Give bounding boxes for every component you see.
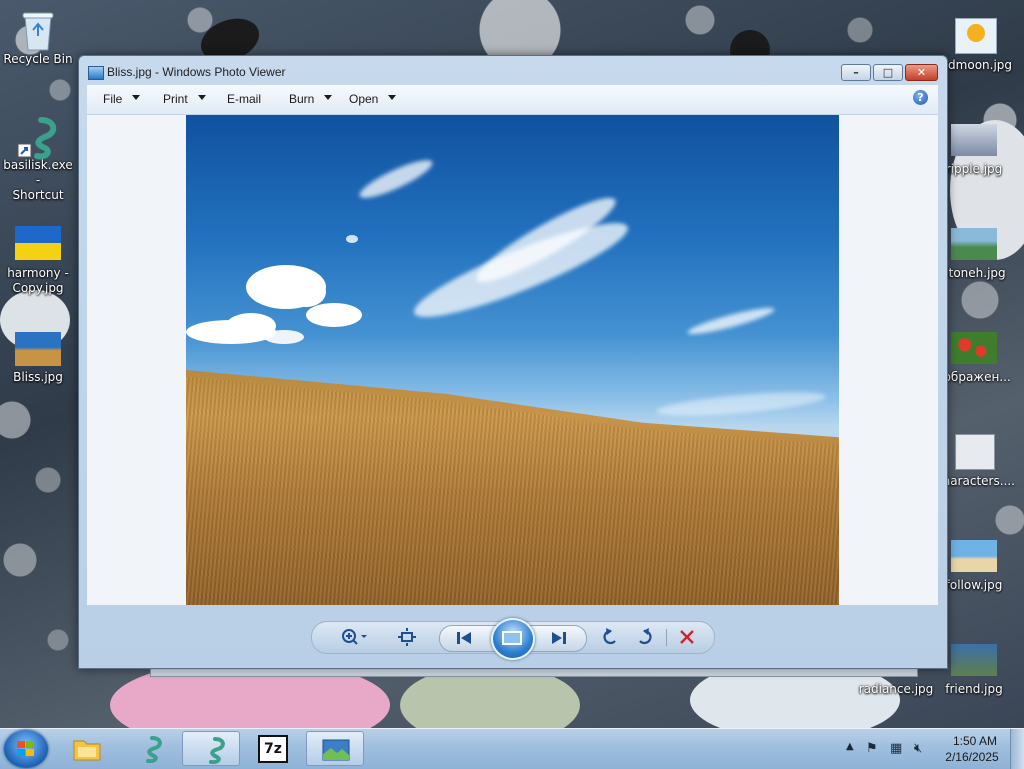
delete-icon [680,630,694,644]
bliss-photo [186,115,839,605]
zoom-icon [342,629,367,645]
rotate-clockwise-icon [639,628,652,645]
desktop-icon-label: basilisk.exe - [3,158,73,187]
chevron-down-icon [197,95,206,101]
menu-bar: File Print E-mail Burn Open ? [87,85,938,115]
desktop-icon-bliss[interactable]: Bliss.jpg [0,326,76,385]
slideshow-button[interactable] [491,618,535,660]
desktop-icon-label: harmony - [7,266,69,280]
previous-icon [457,632,471,644]
menu-open-label: Open [349,92,379,106]
next-button[interactable] [548,628,570,648]
menu-email[interactable]: E-mail [227,92,261,106]
close-button[interactable]: ✕ [905,64,938,81]
folder-icon [73,740,101,761]
clock-time[interactable]: 1:50 AM [947,734,1003,748]
show-desktop-button[interactable] [1010,729,1024,769]
slideshow-icon [502,631,522,645]
chevron-down-icon [324,95,333,101]
actual-size-button[interactable] [396,627,418,647]
chevron-down-icon [388,95,397,101]
menu-print-label: Print [163,92,188,106]
image-viewport[interactable] [87,115,938,605]
rotate-clockwise-button[interactable] [633,627,655,647]
desktop-icon-recycle-bin[interactable]: Recycle Bin [0,8,76,67]
desktop-icon-label: Shortcut [12,188,64,202]
taskbar-basilisk[interactable] [120,731,178,766]
image-thumbnail-icon [951,222,997,264]
action-center-flag-icon[interactable]: ⚑ [866,741,878,756]
desktop-icon-radiance[interactable]: radiance.jpg [858,682,934,697]
desktop-icon-label: Recycle Bin [3,52,73,66]
image-thumbnail-icon [15,326,61,368]
menu-email-label: E-mail [227,92,262,106]
taskbar-basilisk-active[interactable] [182,731,240,766]
playback-control-bar [311,618,715,660]
maximize-button[interactable]: □ [873,64,903,81]
image-thumbnail-icon [951,638,997,680]
title-bar[interactable]: Bliss.jpg - Windows Photo Viewer – □ ✕ [79,56,947,86]
chevron-down-icon [132,95,141,101]
image-thumbnail-icon [951,118,997,160]
image-thumbnail-icon [15,222,61,264]
menu-file-label: File [103,92,123,106]
desktop-icon-basilisk-shortcut[interactable]: basilisk.exe - Shortcut [0,114,76,203]
taskbar: 7z ▲ ⚑ ▦ 🔇︎ 1:50 AM 2/16/2025 [0,728,1024,769]
volume-muted-icon[interactable]: 🔇︎ [914,741,922,756]
desktop-icon-label: friend.jpg [945,682,1003,696]
menu-burn-label: Burn [289,92,315,106]
photo-viewer-window: Bliss.jpg - Windows Photo Viewer – □ ✕ F… [78,55,948,669]
maximize-icon: □ [882,66,894,79]
next-icon [552,632,566,644]
network-icon[interactable]: ▦ [890,741,902,756]
basilisk-icon [15,114,61,160]
7zip-label: 7z [264,741,282,757]
photo-viewer-icon [322,739,350,761]
rotate-counterclockwise-icon [603,628,616,645]
menu-open[interactable]: Open [349,92,397,106]
rotate-counterclockwise-button[interactable] [600,627,622,647]
system-tray: ▲ ⚑ ▦ 🔇︎ 1:50 AM 2/16/2025 [842,729,1024,769]
minimize-icon: – [853,66,859,79]
desktop-icon-harmony-copy[interactable]: harmony - Copy.jpg [0,222,76,296]
desktop-icon-label: Copy.jpg [12,281,64,295]
7zip-icon: 7z [258,735,288,763]
desktop-icon-label: Bliss.jpg [13,370,63,384]
help-icon[interactable]: ? [913,90,928,105]
actual-size-icon [398,628,416,646]
image-thumbnail-icon [951,430,997,472]
zoom-button[interactable] [338,627,372,647]
taskbar-7zip[interactable]: 7z [244,731,302,766]
desktop-icon-label: radiance.jpg [858,682,934,696]
taskbar-photo-viewer[interactable] [306,731,364,766]
show-hidden-icons-icon[interactable]: ▲ [846,741,854,752]
image-thumbnail-icon [951,14,997,56]
basilisk-icon [209,737,225,764]
image-thumbnail-icon [951,534,997,576]
image-thumbnail-icon [951,326,997,368]
clock-date[interactable]: 2/16/2025 [939,750,1005,764]
minimize-button[interactable]: – [841,64,871,81]
menu-print[interactable]: Print [163,92,206,106]
delete-button[interactable] [676,627,698,647]
window-title: Bliss.jpg - Windows Photo Viewer [107,65,286,79]
previous-button[interactable] [453,628,475,648]
taskbar-explorer[interactable] [58,731,116,766]
photo-viewer-app-icon [88,66,104,80]
start-button[interactable] [4,730,48,768]
menu-burn[interactable]: Burn [289,92,333,106]
menu-file[interactable]: File [103,92,141,106]
toolbar-separator [666,629,667,646]
recycle-bin-icon [15,8,61,51]
windows-logo-icon [17,741,35,757]
basilisk-icon [146,736,162,763]
close-icon: ✕ [916,66,927,79]
